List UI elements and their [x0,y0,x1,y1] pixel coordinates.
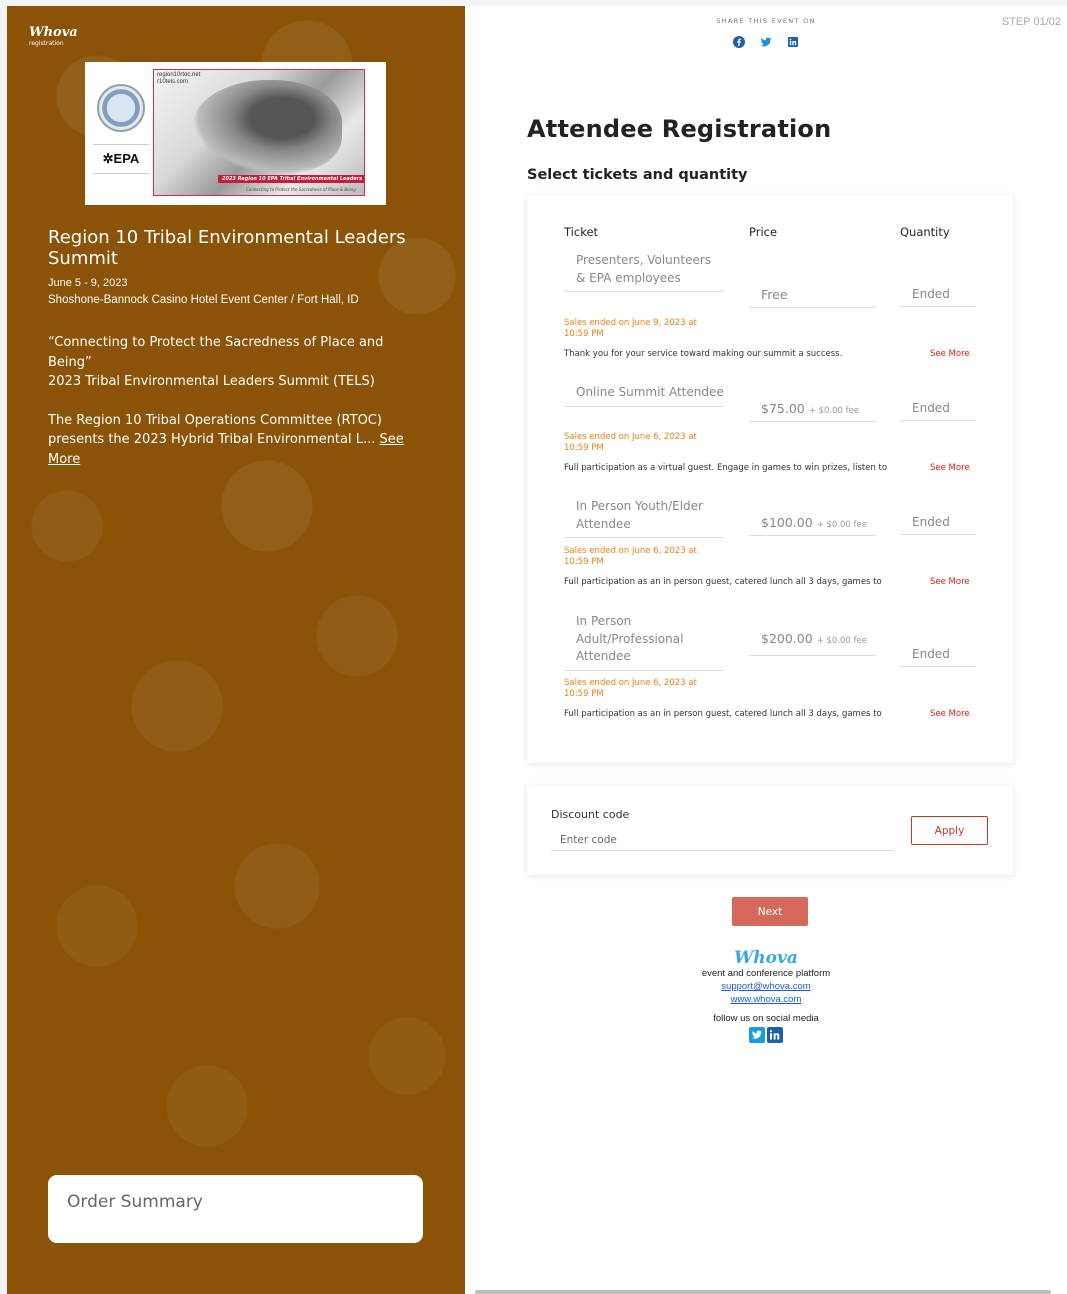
ticket-name: In Person Adult/Professional Attendee [564,613,724,671]
ticket-fee: + $0.00 fee [816,520,867,530]
discount-card: Discount code Apply [527,786,1013,875]
ticket-sales-ended: Sales ended on June 6, 2023 at 10:59 PM [564,678,697,699]
banner-tagline: Connecting to Protect the Sacredness of … [246,187,356,192]
event-venue: Shoshone-Bannock Casino Hotel Event Cent… [48,294,359,306]
footer: Whova event and conference platform supp… [465,950,1067,1043]
website-link[interactable]: www.whova.com [465,993,1067,1006]
step-indicator: STEP 01/02 [1001,16,1061,28]
ticket-quantity[interactable]: Ended [900,401,976,421]
event-description: “Connecting to Protect the Sacredness of… [48,333,418,488]
order-summary-box[interactable]: Order Summary [48,1175,423,1243]
follow-social-label: follow us on social media [713,1013,819,1024]
linkedin-icon[interactable] [787,33,799,47]
discount-code-input[interactable] [551,829,893,851]
ticket-price: Free [749,287,876,308]
event-title: Region 10 Tribal Environmental Leaders S… [48,227,406,269]
ticket-quantity[interactable]: Ended [900,647,976,667]
ticket-name: Online Summit Attendee [564,384,724,407]
twitter-icon[interactable] [760,33,772,47]
twitter-icon[interactable] [749,1027,765,1043]
event-banner-image: ✲EPA region10rtoc.net r10tels.com 2023 R… [85,62,386,205]
ticket-quantity[interactable]: Ended [900,287,976,307]
epa-logo: ✲EPA [93,144,149,174]
ticket-price-value: $100.00 [761,515,813,530]
ticket-sales-ended: Sales ended on June 6, 2023 at 10:59 PM [564,432,697,453]
event-date: June 5 - 9, 2023 [48,277,128,289]
bison-artwork: region10rtoc.net r10tels.com 2023 Region… [153,69,365,196]
discount-code-label: Discount code [551,808,630,821]
whova-logo: Whova [29,25,78,40]
price-column-header: Price [749,225,778,239]
share-label: SHARE THIS EVENT ON [716,17,816,25]
ticket-price: $200.00 + $0.00 fee [749,630,876,656]
footer-social-icons [465,1027,1067,1043]
ticket-description: Full participation as an in person guest… [564,577,882,587]
whova-brand-sub: registration [29,40,64,47]
share-icons [733,33,799,48]
ticket-fee: + $0.00 fee [816,636,867,646]
ticket-sales-ended: Sales ended on June 9, 2023 at 10:59 PM [564,318,697,339]
order-summary-label: Order Summary [67,1192,203,1212]
ticket-fee: + $0.00 fee [808,406,860,416]
ticket-see-more-link[interactable]: See More [930,709,970,719]
event-quote: “Connecting to Protect the Sacredness of… [48,335,384,370]
apply-button[interactable]: Apply [911,816,988,845]
ticket-price: $100.00 + $0.00 fee [749,515,876,536]
ticket-description: Thank you for your service toward making… [564,349,843,359]
ticket-quantity[interactable]: Ended [900,515,976,535]
horizontal-scrollbar[interactable] [475,1290,1051,1294]
event-subtitle: 2023 Tribal Environmental Leaders Summit… [48,374,375,389]
next-button[interactable]: Next [732,897,808,926]
banner-logos: ✲EPA [93,84,149,196]
ticket-name: Presenters, Volunteers & EPA employees [564,252,724,292]
quantity-column-header: Quantity [900,225,950,239]
page-subtitle: Select tickets and quantity [527,167,748,183]
event-info-panel: Whova registration ✲EPA region10rtoc.net… [7,6,465,1294]
ticket-description: Full participation as an in person guest… [564,709,882,719]
support-email-link[interactable]: support@whova.com [465,980,1067,993]
registration-panel: SHARE THIS EVENT ON STEP 01/02 Attendee … [465,6,1067,1294]
linkedin-icon[interactable] [767,1027,783,1043]
ticket-price-value: $200.00 [761,631,813,646]
banner-summit-strip: 2023 Region 10 EPA Tribal Environmental … [218,175,364,183]
ticket-price-value: Free [761,287,788,302]
ticket-see-more-link[interactable]: See More [930,349,970,359]
event-intro: The Region 10 Tribal Operations Committe… [48,412,382,448]
ticket-see-more-link[interactable]: See More [930,577,970,587]
ticket-see-more-link[interactable]: See More [930,463,970,473]
ticket-name: In Person Youth/Elder Attendee [564,498,724,538]
ticket-price: $75.00 + $0.00 fee [749,401,876,422]
ticket-description: Full participation as a virtual guest. E… [564,463,888,473]
footer-tagline: event and conference platform [701,968,831,979]
ticket-sales-ended: Sales ended on June 6, 2023 at 10:59 PM [564,546,697,567]
ticket-price-value: $75.00 [761,401,805,416]
page-title: Attendee Registration [527,115,832,143]
banner-url-text: region10rtoc.net r10tels.com [157,72,201,85]
tribal-seal-logo [97,84,145,132]
bison-illustration [192,80,342,175]
facebook-icon[interactable] [733,33,745,48]
ticket-column-header: Ticket [564,225,599,239]
whova-brand: Whova registration [29,26,78,47]
tickets-card: Ticket Price Quantity Presenters, Volunt… [527,195,1013,763]
whova-footer-logo: Whova [734,948,798,968]
